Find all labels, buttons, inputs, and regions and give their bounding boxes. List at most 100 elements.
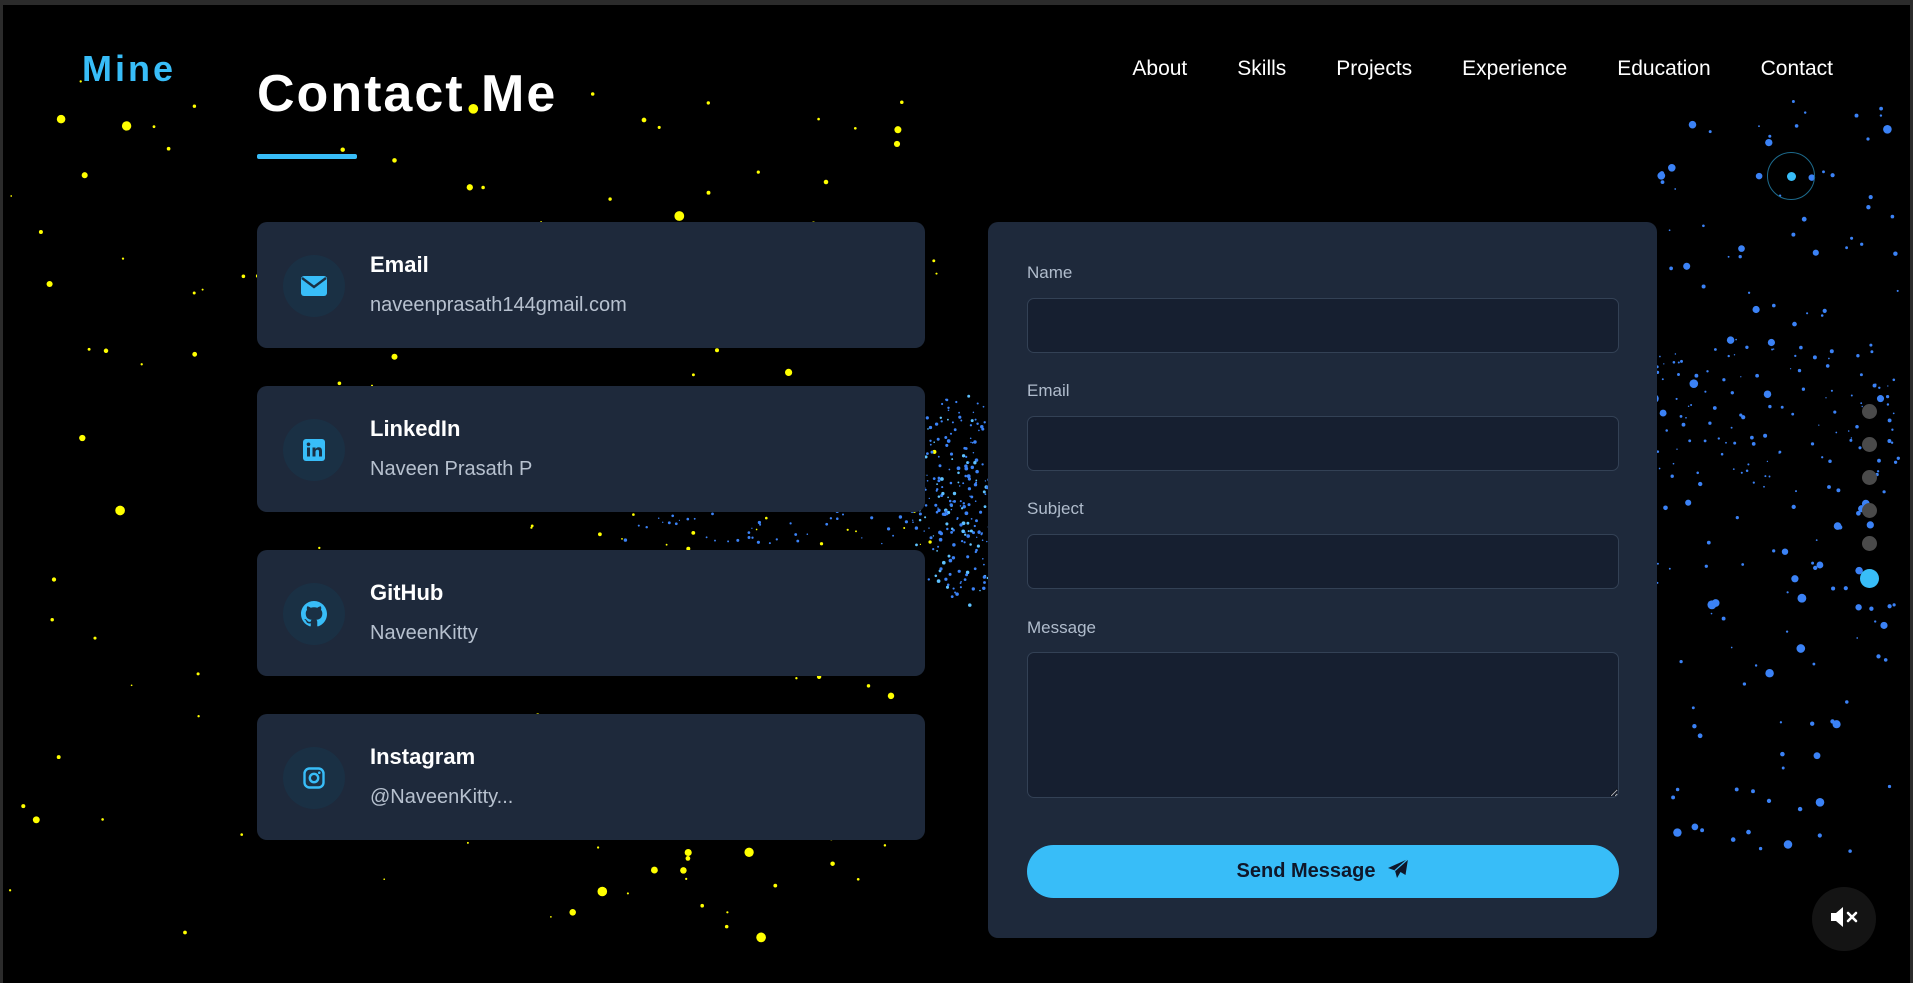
particle xyxy=(1722,378,1726,382)
particle xyxy=(961,454,966,458)
particle xyxy=(948,499,952,503)
particle xyxy=(795,677,798,680)
contact-card-linkedin[interactable]: LinkedIn Naveen Prasath P xyxy=(257,386,925,512)
particle xyxy=(912,519,914,521)
section-dot[interactable] xyxy=(1861,437,1877,452)
particle xyxy=(964,464,968,468)
section-dot[interactable] xyxy=(1861,536,1877,551)
particle xyxy=(1797,593,1807,603)
particle xyxy=(1704,390,1707,393)
contact-card-email[interactable]: Email naveenprasath144gmail.com xyxy=(257,222,925,348)
particle xyxy=(972,411,975,414)
nav-contact[interactable]: Contact xyxy=(1761,57,1833,81)
particle xyxy=(1688,120,1697,129)
particle xyxy=(598,532,602,537)
particle xyxy=(1725,441,1727,444)
nav-projects[interactable]: Projects xyxy=(1336,57,1412,81)
contact-title: Instagram xyxy=(370,744,476,769)
particle xyxy=(1672,361,1676,364)
section-dot[interactable] xyxy=(1861,503,1877,518)
particle xyxy=(241,274,246,279)
name-input[interactable] xyxy=(1027,298,1619,353)
particle xyxy=(970,441,972,444)
section-dot[interactable] xyxy=(1861,470,1877,485)
particle xyxy=(926,474,928,476)
particle xyxy=(1831,586,1836,591)
particle xyxy=(1825,397,1827,399)
email-input[interactable] xyxy=(1027,416,1619,471)
particle xyxy=(1856,637,1859,639)
site-logo[interactable]: Mine xyxy=(82,48,176,90)
particle xyxy=(756,540,760,544)
particle xyxy=(318,546,321,550)
particle xyxy=(1879,106,1883,111)
particle xyxy=(944,577,948,581)
particle xyxy=(929,443,932,446)
particle xyxy=(121,257,125,260)
section-dot[interactable] xyxy=(1861,404,1877,419)
particle xyxy=(1675,397,1678,400)
particle xyxy=(930,450,934,454)
particle xyxy=(972,452,975,454)
nav-education[interactable]: Education xyxy=(1617,57,1710,81)
particle xyxy=(1768,475,1771,478)
nav-experience[interactable]: Experience xyxy=(1462,57,1567,81)
particle xyxy=(706,101,710,105)
section-dot-active[interactable] xyxy=(1859,569,1879,588)
particle xyxy=(975,479,978,482)
particle xyxy=(1746,829,1751,835)
contact-card-instagram[interactable]: Instagram @NaveenKitty... xyxy=(257,714,925,840)
particle xyxy=(1739,413,1743,417)
particle xyxy=(1730,391,1734,395)
particle xyxy=(115,505,125,516)
particle xyxy=(1794,354,1797,358)
particle xyxy=(904,520,908,524)
particle xyxy=(38,229,43,235)
particle xyxy=(1780,751,1785,757)
subject-input[interactable] xyxy=(1027,534,1619,589)
particle xyxy=(940,420,943,423)
particle xyxy=(1742,682,1747,686)
particle xyxy=(481,185,485,190)
particle xyxy=(1660,180,1665,184)
particle xyxy=(953,428,957,432)
particle xyxy=(1833,410,1837,414)
nav-about[interactable]: About xyxy=(1132,57,1187,81)
particle xyxy=(948,558,953,563)
particle xyxy=(626,892,629,895)
particle xyxy=(641,117,647,123)
particle xyxy=(900,100,904,104)
particle xyxy=(1751,789,1755,794)
send-message-button[interactable]: Send Message xyxy=(1027,845,1619,898)
particle xyxy=(773,883,778,888)
particle xyxy=(32,816,40,824)
particle xyxy=(1816,561,1824,569)
particle xyxy=(836,517,839,520)
particle xyxy=(10,195,13,197)
particle xyxy=(1781,766,1785,770)
particle xyxy=(939,567,943,571)
particle xyxy=(823,179,829,185)
particle xyxy=(1711,599,1720,607)
nav-skills[interactable]: Skills xyxy=(1237,57,1286,81)
particle xyxy=(1692,724,1697,729)
message-textarea[interactable] xyxy=(1027,652,1619,798)
particle xyxy=(747,531,751,534)
particle xyxy=(1701,284,1706,289)
particle xyxy=(1726,336,1735,344)
particle xyxy=(964,531,966,533)
particle xyxy=(1795,490,1797,493)
particle xyxy=(866,684,871,688)
particle xyxy=(1893,460,1898,464)
contact-card-github[interactable]: GitHub NaveenKitty xyxy=(257,550,925,676)
particle xyxy=(1727,255,1730,258)
particle xyxy=(962,482,965,485)
mute-button[interactable] xyxy=(1812,887,1876,951)
particle xyxy=(1887,604,1892,609)
particle xyxy=(1812,249,1819,256)
particle xyxy=(1714,348,1717,351)
particle xyxy=(46,280,53,288)
particle xyxy=(103,348,109,354)
particle xyxy=(957,481,960,484)
particle xyxy=(152,125,156,129)
